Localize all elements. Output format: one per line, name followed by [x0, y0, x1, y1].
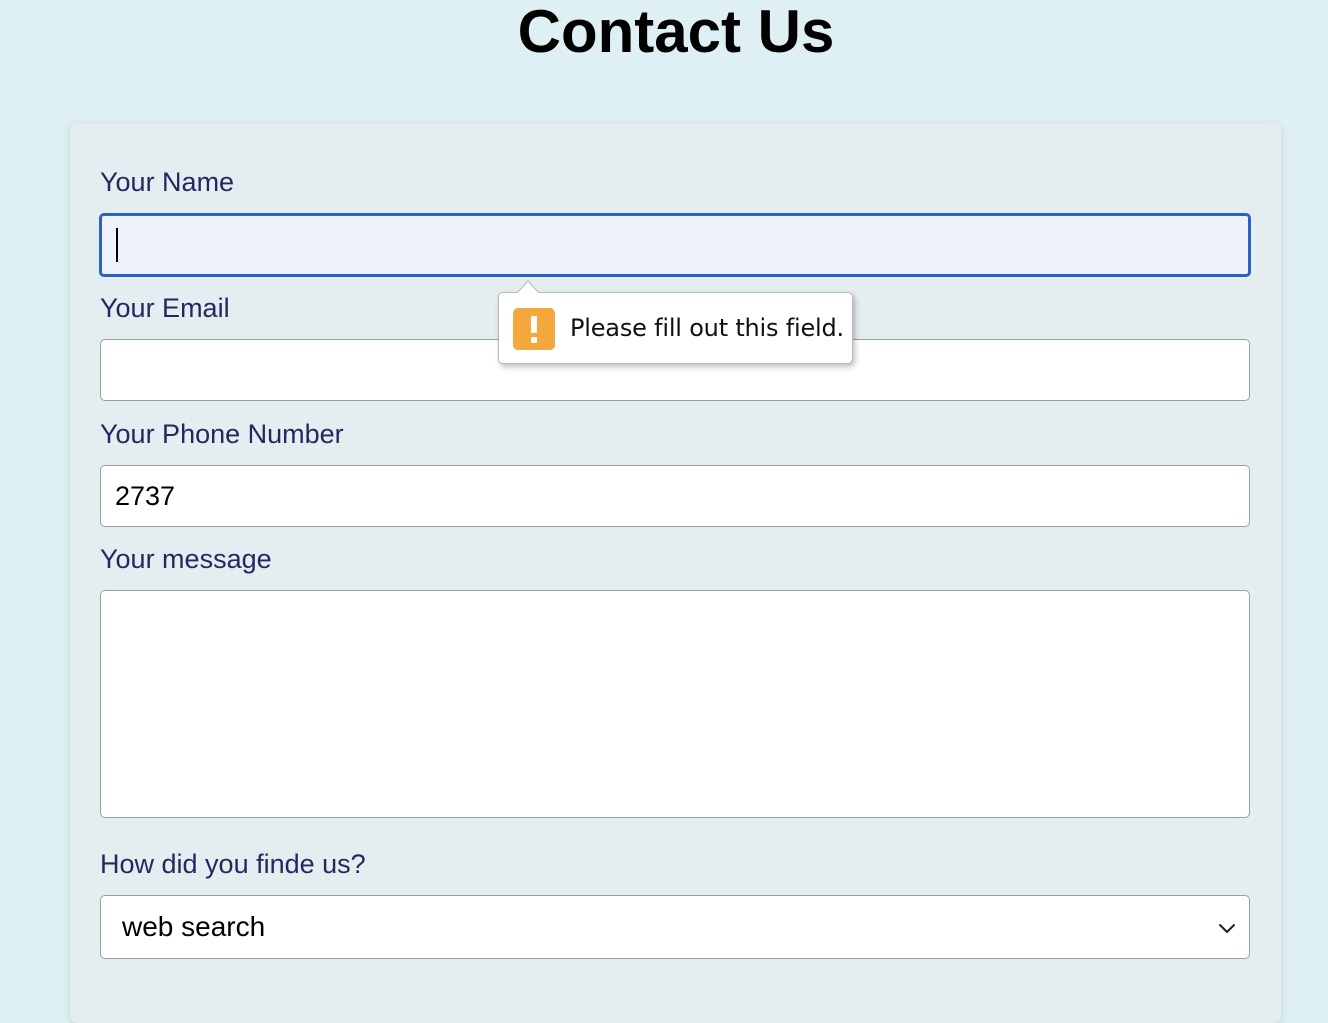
- phone-label: Your Phone Number: [100, 419, 344, 449]
- message-textarea[interactable]: [100, 590, 1250, 818]
- name-input[interactable]: [99, 213, 1251, 277]
- page-title: Contact Us: [517, 0, 835, 65]
- chevron-down-icon: [1219, 924, 1235, 933]
- source-select-value: web search: [122, 911, 266, 942]
- phone-input-value: 2737: [115, 481, 176, 511]
- source-select[interactable]: web search: [100, 895, 1250, 959]
- text-caret: [116, 228, 118, 262]
- validation-message: Please fill out this field.: [570, 314, 844, 342]
- source-label: How did you finde us?: [100, 849, 366, 879]
- contact-form: Your Name Your Email Your Phone Number 2…: [70, 123, 1281, 1023]
- validation-tooltip: Please fill out this field.: [498, 280, 853, 364]
- message-label: Your message: [100, 544, 272, 574]
- email-label: Your Email: [100, 293, 230, 323]
- warning-icon: [513, 308, 555, 350]
- name-label: Your Name: [100, 167, 235, 197]
- phone-input[interactable]: 2737: [100, 465, 1250, 527]
- tooltip-arrow: [516, 280, 540, 294]
